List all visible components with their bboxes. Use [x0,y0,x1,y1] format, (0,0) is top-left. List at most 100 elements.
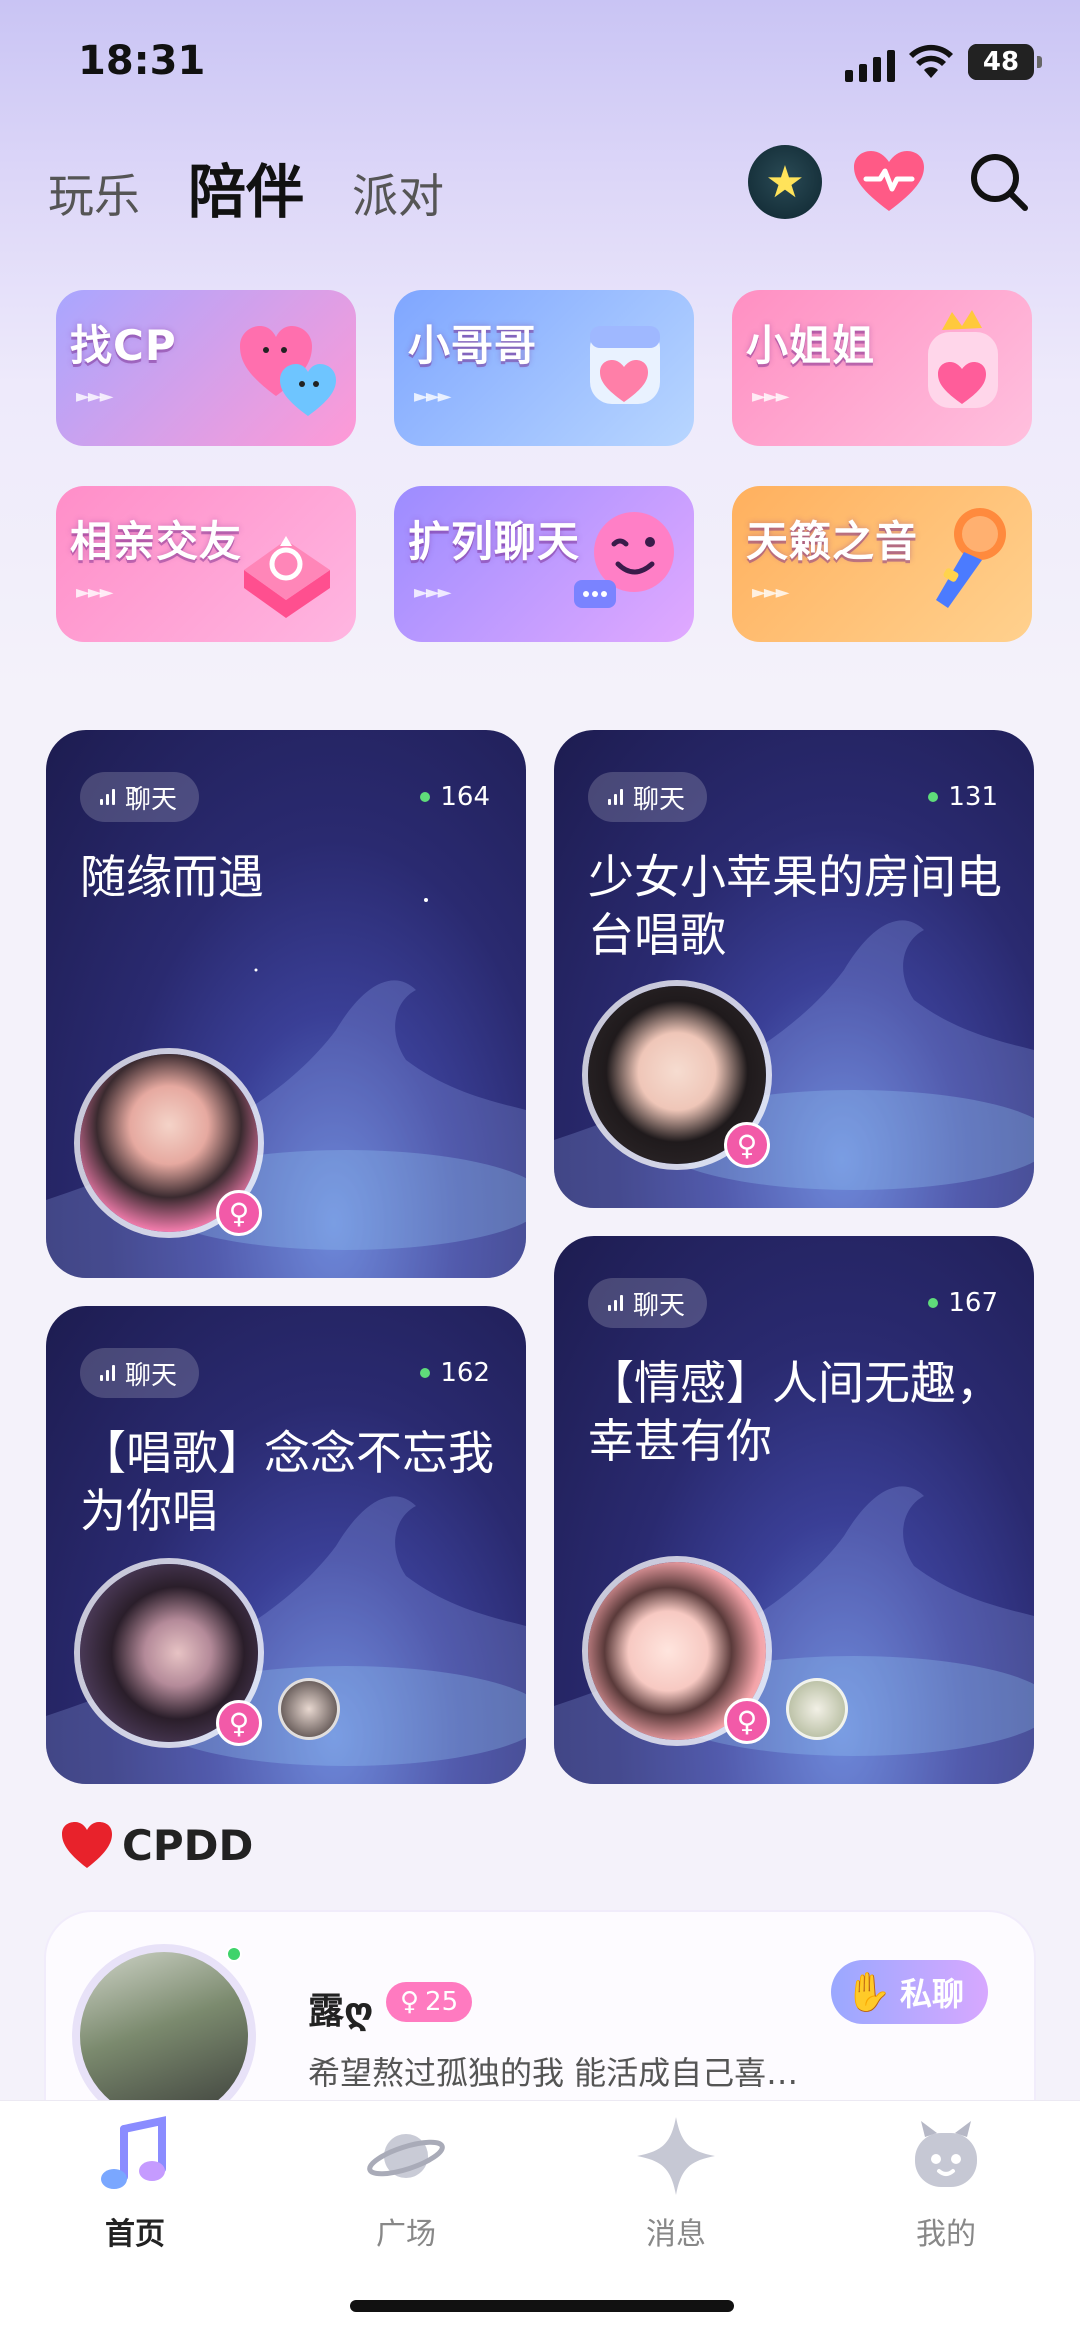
battery-percent: 48 [982,47,1020,77]
room-tag-label: 聊天 [633,784,686,815]
room-tag: 聊天 [588,1278,708,1328]
room-tag-label: 聊天 [125,784,178,815]
nav-home[interactable]: 首页 [45,2111,225,2253]
age-badge: ♀ 25 [386,1982,473,2022]
section-title: CPDD [60,1820,253,1870]
female-icon: ♀ [216,1700,262,1746]
online-count: 167 [928,1288,998,1318]
tab-party[interactable]: 派对 [352,160,444,226]
female-icon: ♀ [724,1122,770,1168]
top-tabs: 玩乐 陪伴 派对 [48,145,444,229]
wave-hand-icon: ✋ [844,1969,892,2014]
audio-bars-icon [100,789,115,805]
online-dot-icon [928,792,939,802]
category-dating[interactable]: 相亲交友 ►►► [56,486,356,642]
room-title: 【唱歌】念念不忘我为你唱 [80,1426,494,1538]
microphone-icon [936,508,1006,608]
home-indicator [350,2300,734,2312]
user-name: 露ღ [308,1991,374,2032]
female-icon: ♀ [216,1190,262,1236]
room-tag-label: 聊天 [633,1290,686,1321]
private-chat-button[interactable]: ✋ 私聊 [830,1960,988,2024]
heart-pulse-icon[interactable] [852,145,926,219]
nav-label: 我的 [916,2217,976,2252]
room-tag: 聊天 [80,772,200,822]
online-count: 131 [928,782,998,812]
ring-box-icon [244,536,330,618]
arrows-icon: ►►► [76,582,114,603]
online-dot-icon [420,792,431,802]
guest-avatar[interactable] [786,1678,848,1740]
arrows-icon: ►►► [752,582,790,603]
heart-icon [62,1822,112,1868]
smiley-chat-icon [574,512,674,608]
music-note-icon [101,2116,166,2189]
robot-face-icon [915,2121,977,2187]
category-label: 扩列聊天 [408,517,581,566]
tab-play[interactable]: 玩乐 [48,160,140,226]
user-bio: 希望熬过孤独的我 能活成自己喜… [308,2054,799,2092]
online-dot-icon [420,1368,431,1378]
nav-label: 广场 [376,2217,436,2252]
private-chat-label: 私聊 [899,1975,964,2013]
battery-icon: 48 [968,44,1042,80]
category-label: 找CP [70,321,177,370]
section-title-text: CPDD [122,1820,254,1870]
category-label: 天籁之音 [746,517,919,566]
girl-mascot-icon [928,310,998,408]
category-find-cp[interactable]: 找CP ►►► [56,290,356,446]
online-count-value: 131 [948,782,998,812]
female-icon: ♀ [400,1987,420,2017]
online-dot-icon [928,1298,939,1308]
boy-mascot-icon [590,326,660,404]
tab-companion[interactable]: 陪伴 [188,145,304,229]
room-card[interactable]: 聊天 162 【唱歌】念念不忘我为你唱 ♀ [46,1306,526,1784]
wifi-icon [909,44,953,78]
category-label: 小姐姐 [746,321,876,370]
online-status-dot [226,1946,242,1962]
audio-bars-icon [608,1295,623,1311]
room-card[interactable]: 聊天 131 少女小苹果的房间电台唱歌 ♀ [554,730,1034,1208]
guest-avatar[interactable] [278,1678,340,1740]
nav-me[interactable]: 我的 [856,2111,1036,2253]
room-card[interactable]: 聊天 164 随缘而遇 ♀ [46,730,526,1278]
nav-messages[interactable]: 消息 [586,2111,766,2253]
female-icon: ♀ [724,1698,770,1744]
online-count-value: 167 [948,1288,998,1318]
online-count-value: 164 [440,782,490,812]
nav-label: 首页 [105,2217,165,2252]
room-tag-label: 聊天 [125,1360,178,1391]
search-icon[interactable] [962,145,1036,219]
room-tag: 聊天 [80,1348,200,1398]
arrows-icon: ►►► [752,386,790,407]
online-count: 162 [420,1358,490,1388]
nav-label: 消息 [646,2217,706,2252]
arrows-icon: ►►► [76,386,114,407]
online-count-value: 162 [440,1358,490,1388]
room-title: 【情感】人间无趣，幸甚有你 [588,1356,1002,1468]
category-label: 小哥哥 [408,321,538,370]
sparkle-icon [637,2117,715,2195]
category-girls[interactable]: 小姐姐 ►►► [732,290,1032,446]
room-title: 随缘而遇 [80,850,264,904]
category-voice[interactable]: 天籁之音 ►►► [732,486,1032,642]
room-title: 少女小苹果的房间电台唱歌 [588,850,1002,962]
category-boys[interactable]: 小哥哥 ►►► [394,290,694,446]
category-chat[interactable]: 扩列聊天 ►►► [394,486,694,642]
star-icon[interactable]: ★ [748,145,822,219]
room-tag: 聊天 [588,772,708,822]
status-time: 18:31 [78,38,206,84]
arrows-icon: ►►► [414,386,452,407]
status-bar: 18:31 48 [0,0,1080,130]
online-count: 164 [420,782,490,812]
hearts-icon [240,326,336,416]
audio-bars-icon [608,789,623,805]
arrows-icon: ►►► [414,582,452,603]
category-label: 相亲交友 [70,517,243,566]
age-value: 25 [425,1987,459,2017]
cellular-signal-icon [845,48,895,82]
planet-icon [367,2134,445,2178]
room-card[interactable]: 聊天 167 【情感】人间无趣，幸甚有你 ♀ [554,1236,1034,1784]
nav-square[interactable]: 广场 [316,2111,496,2253]
audio-bars-icon [100,1365,115,1381]
